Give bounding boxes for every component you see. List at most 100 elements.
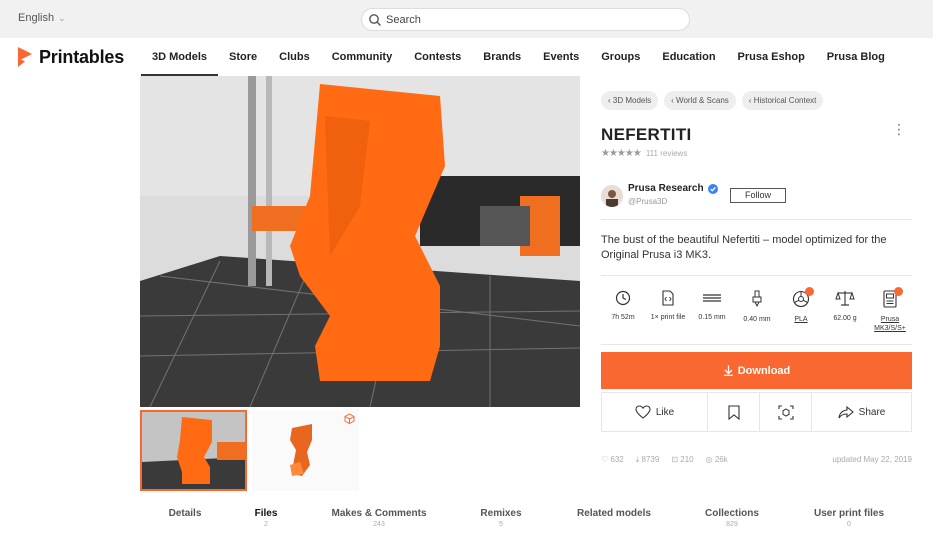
prints-stat: ⊡ 210	[671, 455, 694, 464]
spec-label: 62.00 g	[833, 315, 857, 322]
tab-label: Remixes	[480, 508, 522, 519]
spec-label: 0.15 mm	[698, 314, 726, 321]
spec-label: Prusa MK3/S/S+	[874, 316, 906, 332]
action-bar: Like Share	[601, 392, 912, 432]
bookmark-button[interactable]	[708, 393, 760, 431]
spec-label: PLA	[794, 316, 808, 323]
rating-stars-icon: ★★★★★	[601, 148, 642, 159]
avatar[interactable]	[601, 185, 623, 207]
tab-remixes[interactable]: Remixes 5	[441, 508, 561, 528]
tab-files[interactable]: Files 2	[206, 508, 326, 528]
thumbnail-3d-model[interactable]	[252, 410, 359, 491]
reviews-count: 111 reviews	[645, 149, 688, 158]
nav-item-events[interactable]: Events	[532, 38, 590, 76]
more-options-icon[interactable]: ⋮	[892, 122, 906, 136]
nav-item-clubs[interactable]: Clubs	[268, 38, 321, 76]
material-spool-icon	[781, 290, 821, 308]
breadcrumb-label: 3D Models	[612, 96, 652, 105]
search-input[interactable]	[386, 11, 676, 28]
share-button[interactable]: Share	[812, 393, 911, 431]
ar-view-button[interactable]	[760, 393, 812, 431]
model-stats: ♡ 632 ⤓ 8739 ⊡ 210 ◎ 26k updated May 22,…	[601, 455, 912, 465]
tab-label: Makes & Comments	[331, 508, 427, 519]
brand-name: Printables	[39, 46, 125, 67]
tab-label: User print files	[813, 508, 885, 519]
ar-view-icon	[777, 404, 794, 420]
tab-label: Collections	[705, 508, 759, 519]
file-icon	[648, 290, 688, 306]
tab-count: 829	[726, 521, 738, 528]
nav-item-brands[interactable]: Brands	[472, 38, 532, 76]
top-bar: English ⌄	[0, 0, 933, 38]
breadcrumb-item[interactable]: ‹ Historical Context	[741, 91, 824, 110]
scale-icon	[825, 290, 865, 307]
share-icon	[838, 405, 854, 418]
bookmark-icon	[727, 404, 740, 420]
search-box[interactable]	[361, 8, 690, 31]
share-label: Share	[858, 406, 886, 418]
like-label: Like	[655, 406, 675, 418]
tab-count: 2	[264, 521, 268, 528]
language-selector[interactable]: English ⌄	[18, 12, 66, 24]
model-title: NEFERTITI	[601, 125, 692, 144]
likes-stat: ♡ 632	[601, 455, 624, 464]
3d-cube-icon	[344, 413, 355, 424]
follow-button[interactable]: Follow	[730, 188, 786, 203]
tab-collections[interactable]: Collections 829	[672, 508, 792, 528]
tab-label: Related models	[577, 508, 651, 519]
nav-items: 3D Models Store Clubs Community Contests Bran…	[141, 38, 896, 76]
author-name-text: Prusa Research	[628, 183, 704, 194]
tab-makes-comments[interactable]: Makes & Comments 243	[319, 508, 439, 528]
nav-item-store[interactable]: Store	[218, 38, 268, 76]
nav-item-community[interactable]: Community	[321, 38, 404, 76]
updated-date: updated May 22, 2019	[832, 455, 912, 464]
tab-user-print-files[interactable]: User print files 0	[789, 508, 909, 528]
spec-label: 7h 52m	[611, 314, 635, 321]
verified-badge-icon	[707, 183, 718, 194]
spec-material-spool[interactable]: PLA	[781, 287, 821, 324]
breadcrumb-label: World & Scans	[676, 96, 729, 105]
nozzle-icon	[737, 290, 777, 308]
nav-item-education[interactable]: Education	[651, 38, 726, 76]
tab-count: 0	[847, 521, 851, 528]
thumbnail-photo[interactable]	[140, 410, 247, 491]
breadcrumb: ‹ 3D Models ‹ World & Scans ‹ Historical C…	[601, 91, 824, 110]
spec-scale: 62.00 g	[825, 290, 865, 323]
rating[interactable]: ★★★★★ 111 reviews	[601, 148, 687, 159]
tab-count: 243	[373, 521, 385, 528]
notification-badge	[805, 287, 814, 296]
breadcrumb-item[interactable]: ‹ 3D Models	[601, 91, 659, 110]
spec-printer[interactable]: Prusa MK3/S/S+	[870, 287, 910, 333]
printer-icon	[870, 290, 910, 308]
nav-item-contests[interactable]: Contests	[403, 38, 472, 76]
notification-badge	[894, 287, 903, 296]
like-button[interactable]: Like	[602, 393, 708, 431]
nav-item-prusa-eshop[interactable]: Prusa Eshop	[727, 38, 816, 76]
breadcrumb-item[interactable]: ‹ World & Scans	[664, 91, 736, 110]
chevron-down-icon: ⌄	[58, 13, 66, 23]
language-label: English	[18, 12, 55, 24]
download-label: Download	[737, 364, 791, 377]
model-description: The bust of the beautiful Nefertiti – mo…	[601, 234, 887, 261]
printables-logo[interactable]: Printables	[18, 46, 124, 68]
views-stat: ◎ 26k	[705, 455, 728, 464]
nav-item-3d-models[interactable]: 3D Models	[141, 38, 219, 76]
clock-icon	[603, 290, 643, 306]
spec-label: 1× print file	[650, 314, 686, 321]
spec-layer-height: 0.15 mm	[692, 290, 732, 322]
download-button[interactable]: Download	[601, 352, 912, 389]
tab-related-models[interactable]: Related models	[554, 508, 674, 521]
spec-clock: 7h 52m	[603, 290, 643, 322]
author-name[interactable]: Prusa Research	[628, 183, 718, 194]
printables-logo-icon	[18, 47, 32, 67]
author-handle: @Prusa3D	[628, 197, 668, 206]
model-tabs: Details Files 2 Makes & Comments 243 Remixes 5…	[140, 508, 912, 534]
main-nav: Printables 3D Models Store Clubs Community C…	[0, 38, 933, 76]
nav-item-groups[interactable]: Groups	[590, 38, 651, 76]
main-model-image[interactable]	[140, 76, 580, 407]
nav-item-prusa-blog[interactable]: Prusa Blog	[816, 38, 896, 76]
downloads-stat: ⤓ 8739	[635, 455, 660, 464]
print-specs: 7h 52m 1× print file 0.15 mm 0.40 mm PLA 62.0…	[601, 275, 912, 345]
spec-file: 1× print file	[648, 290, 688, 322]
author-row: Prusa Research @Prusa3D Follow	[601, 180, 912, 220]
